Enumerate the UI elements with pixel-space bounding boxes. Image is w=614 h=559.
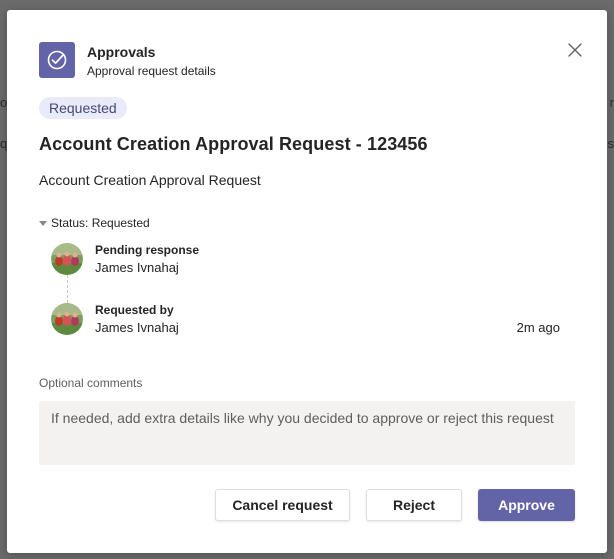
reject-button[interactable]: Reject (366, 489, 462, 521)
entry-person-name: James Ivnahaj (95, 260, 179, 275)
entry-person-name: James Ivnahaj (95, 320, 179, 335)
status-section-toggle[interactable]: Status: Requested (39, 216, 150, 230)
timeline-connector (67, 275, 68, 303)
close-button[interactable] (565, 40, 585, 60)
avatar (51, 243, 83, 275)
comments-label: Optional comments (39, 376, 143, 390)
status-section-label: Status: Requested (51, 216, 150, 230)
entry-timestamp: 2m ago (516, 320, 560, 335)
approval-details-dialog: Approvals Approval request details Reque… (7, 10, 607, 553)
request-description: Account Creation Approval Request (39, 172, 261, 188)
avatar (51, 303, 83, 335)
cancel-request-button[interactable]: Cancel request (215, 489, 350, 521)
dialog-subtitle: Approval request details (87, 64, 216, 78)
close-icon (568, 43, 582, 57)
comments-input[interactable] (39, 401, 575, 465)
approval-check-icon (39, 42, 75, 78)
entry-label: Requested by (95, 303, 174, 317)
status-badge: Requested (39, 97, 127, 119)
caret-down-icon (39, 220, 47, 226)
entry-label: Pending response (95, 243, 200, 257)
request-title: Account Creation Approval Request - 1234… (39, 134, 428, 154)
approve-button[interactable]: Approve (478, 489, 575, 521)
backdrop-text-fragment: s (607, 136, 614, 151)
dialog-app-title: Approvals (87, 44, 156, 60)
backdrop-text-fragment: r (609, 95, 614, 110)
